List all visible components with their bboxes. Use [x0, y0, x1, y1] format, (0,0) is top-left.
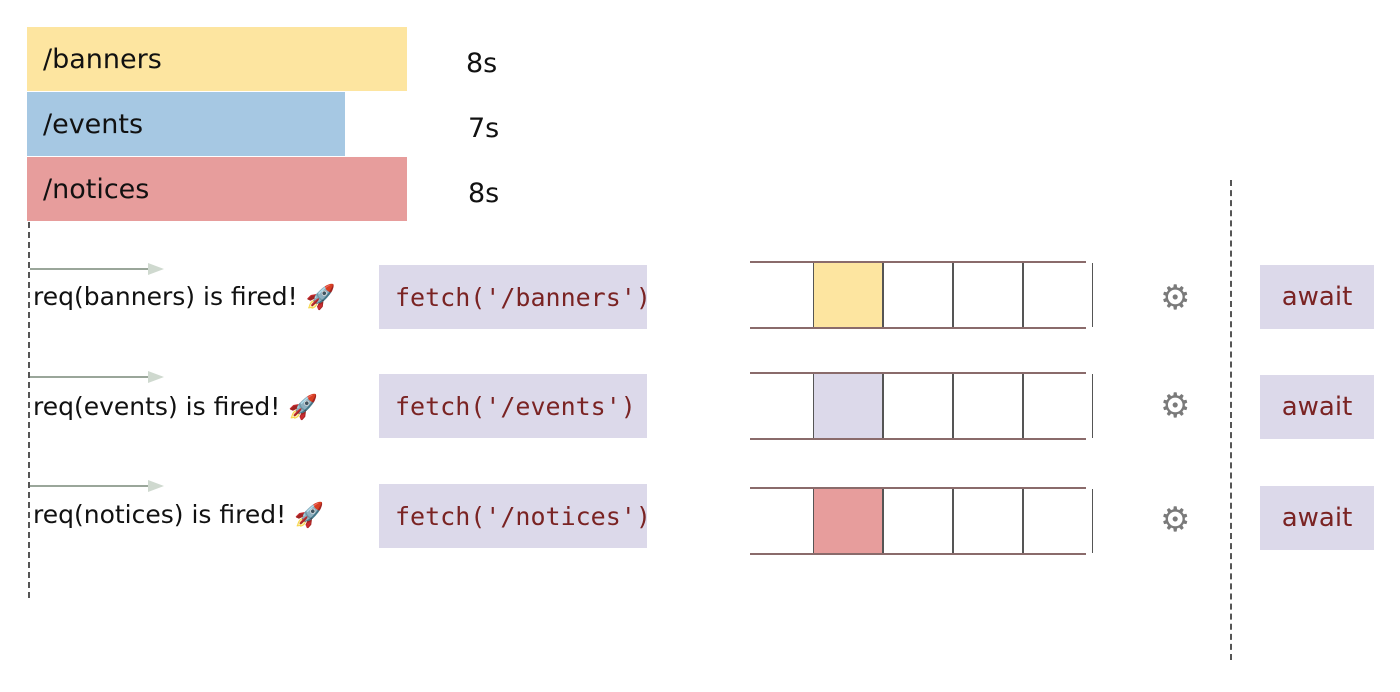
fired-text-row: req(banners) is fired! 🚀	[33, 282, 336, 311]
rocket-icon: 🚀	[288, 393, 319, 421]
fetch-call-text: fetch('/events')	[395, 391, 636, 421]
await-box: await	[1260, 375, 1374, 439]
fetch-call-text: fetch('/notices')	[395, 501, 651, 531]
gear-icon: ⚙	[1160, 386, 1191, 426]
queue-cell	[953, 489, 1023, 553]
fetch-call: fetch('/banners')	[379, 265, 651, 329]
queue-cell-active	[813, 374, 883, 438]
gear-icon: ⚙	[1160, 278, 1191, 318]
fired-text: req(notices) is fired!	[33, 500, 287, 529]
fired-arrow	[30, 263, 164, 275]
queue-strip	[750, 261, 1093, 329]
fired-text-row: req(notices) is fired! 🚀	[33, 500, 324, 529]
queue-strip	[750, 487, 1093, 555]
fired-text: req(banners) is fired!	[33, 282, 298, 311]
queue-cell	[883, 489, 953, 553]
await-label: await	[1281, 503, 1353, 533]
endpoint-bar-events: /events	[27, 92, 345, 156]
queue-cell	[1023, 489, 1093, 553]
await-label: await	[1281, 392, 1353, 422]
rocket-icon: 🚀	[294, 501, 324, 529]
timeline-dashed-line	[28, 222, 30, 598]
gear-icon: ⚙	[1160, 500, 1191, 540]
fired-text-row: req(events) is fired! 🚀	[33, 392, 318, 421]
await-box: await	[1260, 486, 1374, 550]
await-box: await	[1260, 265, 1374, 329]
queue-cell	[883, 374, 953, 438]
endpoint-duration: 8s	[468, 178, 500, 209]
endpoint-bar-notices: /notices	[27, 157, 407, 221]
fetch-call: fetch('/events')	[379, 374, 647, 438]
fetch-call-text: fetch('/banners')	[395, 282, 651, 312]
divider-dashed-line	[1230, 180, 1232, 660]
endpoint-bar-banners: /banners	[27, 27, 407, 91]
queue-cell-active	[813, 263, 883, 327]
queue-cell	[883, 263, 953, 327]
endpoint-duration: 7s	[468, 113, 500, 144]
await-label: await	[1281, 282, 1353, 312]
fired-text: req(events) is fired!	[33, 392, 281, 421]
fired-arrow	[30, 480, 164, 492]
endpoint-duration: 8s	[466, 48, 498, 79]
fetch-call: fetch('/notices')	[379, 484, 651, 548]
queue-cell	[953, 263, 1023, 327]
queue-cell-active	[813, 489, 883, 553]
rocket-icon: 🚀	[305, 283, 336, 311]
endpoint-label: /notices	[43, 173, 150, 205]
fired-arrow	[30, 371, 164, 383]
endpoint-label: /events	[43, 108, 144, 140]
queue-cell	[953, 374, 1023, 438]
queue-cell	[1023, 374, 1093, 438]
queue-strip	[750, 372, 1093, 440]
endpoint-label: /banners	[43, 43, 162, 75]
queue-cell	[1023, 263, 1093, 327]
